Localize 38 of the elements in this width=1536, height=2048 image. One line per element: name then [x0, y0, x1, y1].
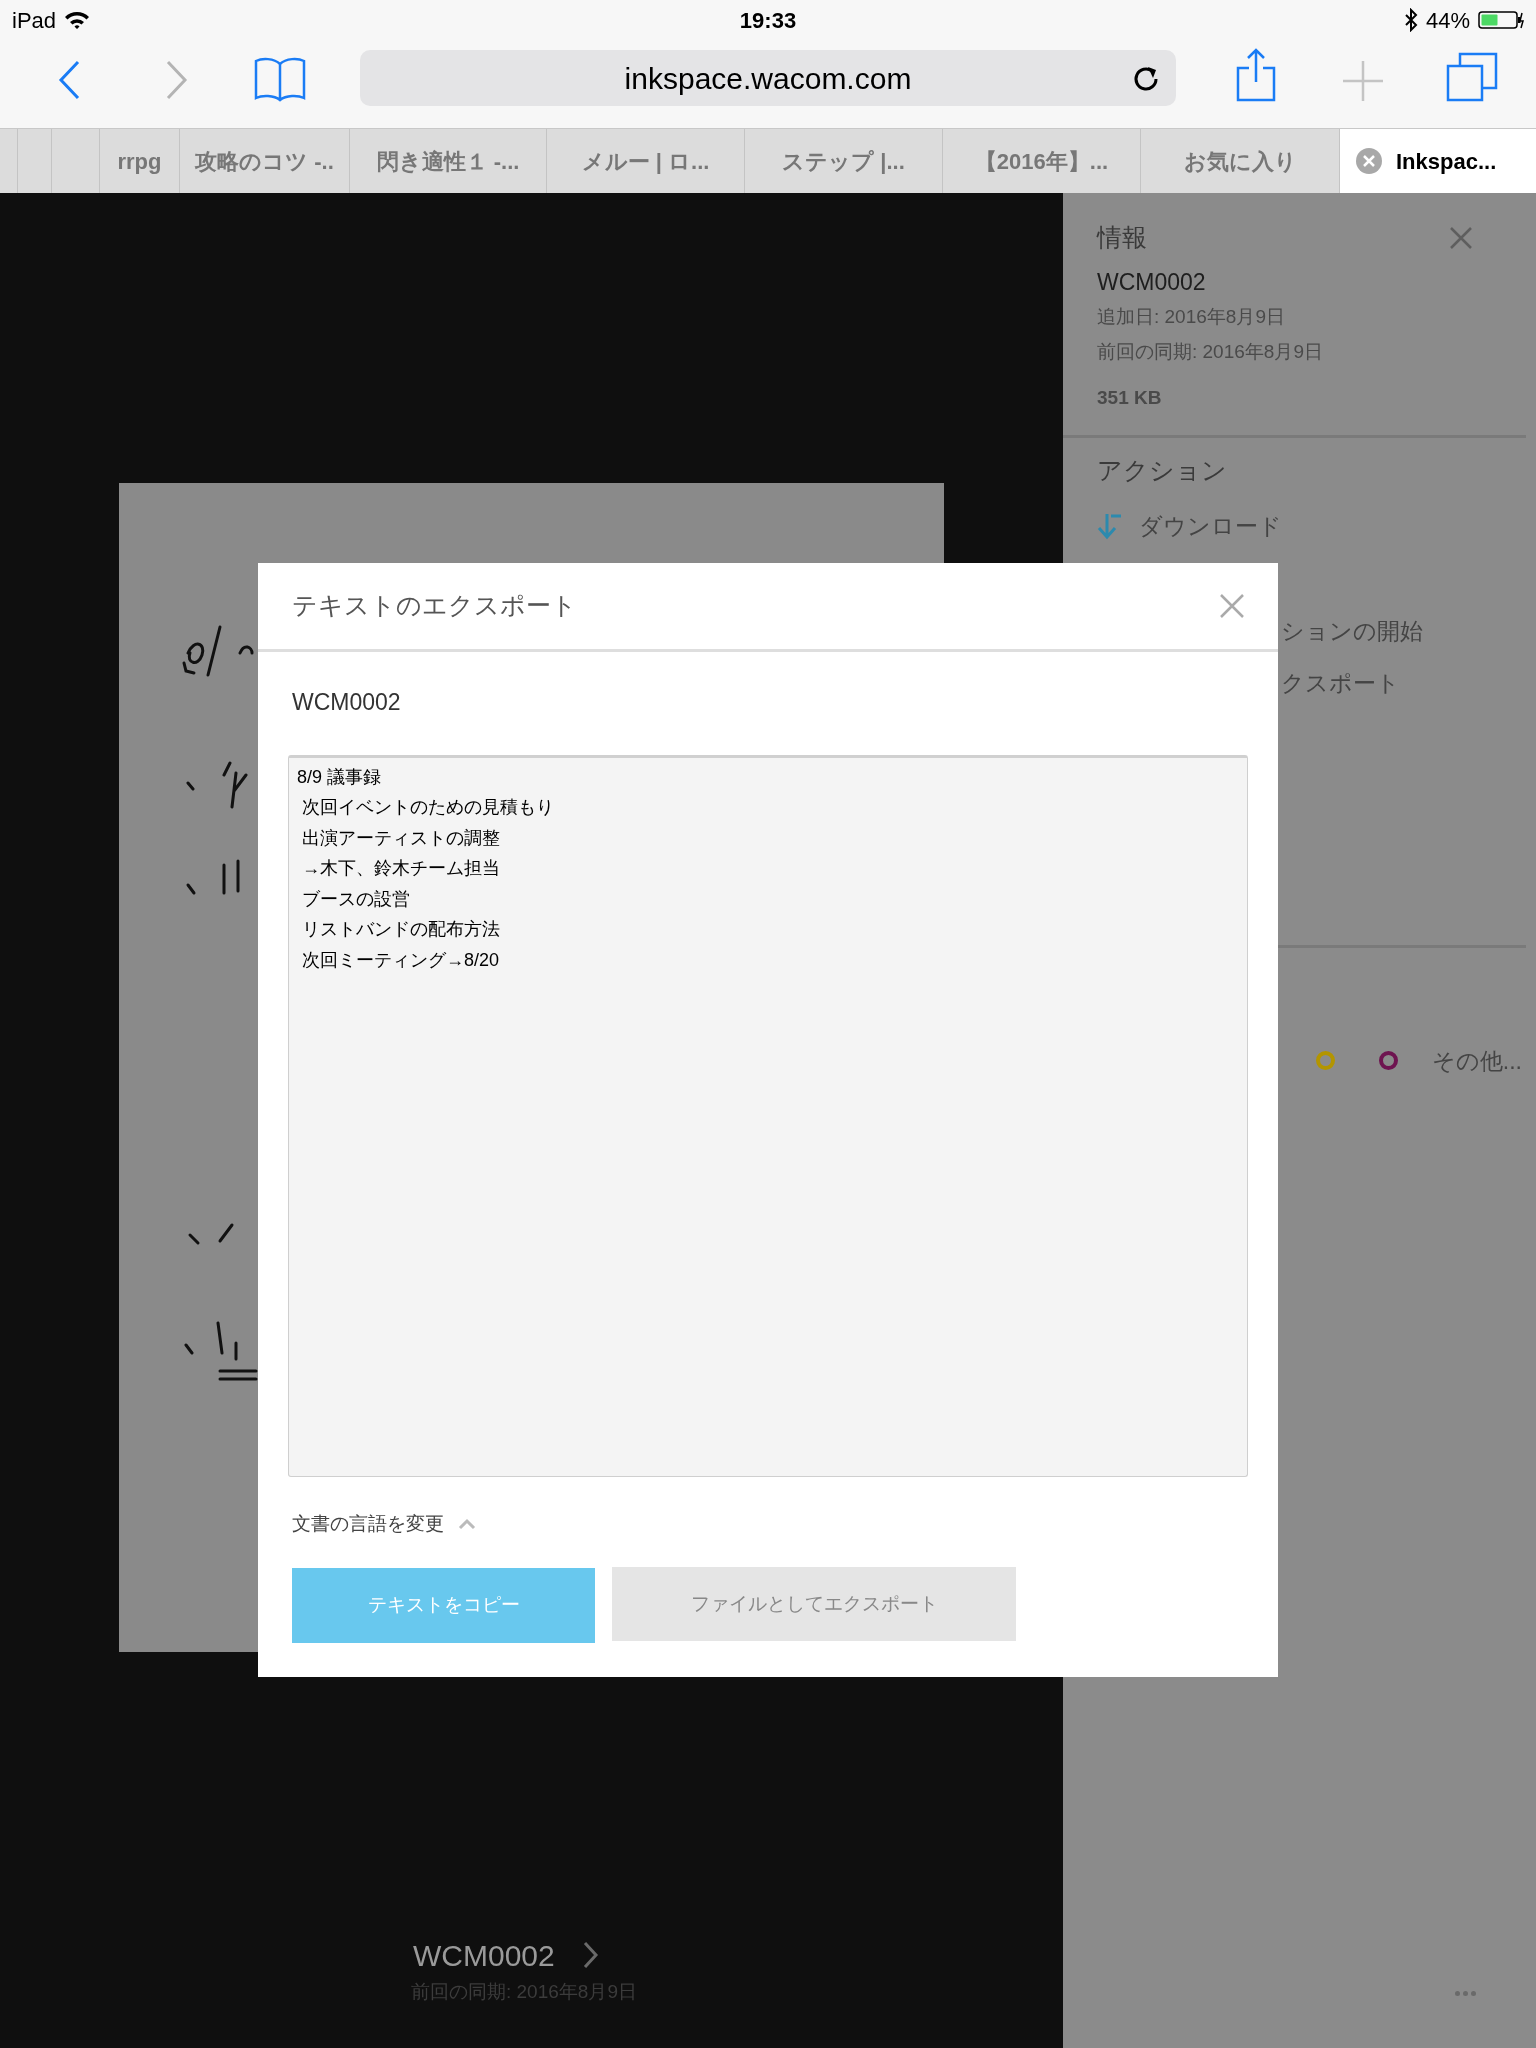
wifi-icon	[64, 10, 91, 30]
sync-date: 前回の同期: 2016年8月9日	[1097, 339, 1324, 364]
tabs-icon[interactable]	[1446, 52, 1498, 102]
carrier-label: iPad	[12, 6, 57, 35]
back-icon[interactable]	[58, 60, 82, 100]
action-link[interactable]: クスポート	[1281, 666, 1400, 701]
document-name: WCM0002	[291, 688, 402, 717]
panel-title: 情報	[1097, 222, 1147, 253]
document-name: WCM0002	[1097, 267, 1207, 297]
chevron-icon[interactable]	[458, 1517, 476, 1530]
language-toggle[interactable]: 文書の言語を変更	[292, 1509, 444, 1538]
action-link[interactable]: ションの開始	[1281, 613, 1423, 648]
forward-icon[interactable]	[164, 60, 188, 100]
share-icon[interactable]	[1236, 48, 1276, 102]
text-area[interactable]: 8/9 議事録 次回イベントのための見積もり 出演アーティストの調整 →木下、鈴木チーム担当 ブースの設営 リストバンドの配布方法 次回ミーティング→8/20	[288, 754, 1248, 1477]
close-icon[interactable]	[1450, 226, 1472, 249]
clock-label: 19:33	[739, 6, 797, 35]
download-icon	[1097, 512, 1123, 541]
add-tab-icon[interactable]	[1342, 60, 1384, 102]
export-button[interactable]: ファイルとしてエクスポート	[612, 1567, 1016, 1641]
bluetooth-icon	[1403, 8, 1418, 32]
action-link[interactable]: ダウンロード	[1139, 509, 1282, 544]
more-tags-link[interactable]: その他...	[1431, 1043, 1522, 1078]
dialog-title: テキストのエクスポート	[292, 590, 577, 622]
book-icon[interactable]	[254, 56, 306, 102]
section-title: アクション	[1097, 454, 1228, 486]
battery-icon	[1478, 10, 1524, 30]
copy-button[interactable]: テキストをコピー	[292, 1568, 595, 1643]
close-icon[interactable]	[1220, 594, 1244, 618]
browser-tab[interactable]: Inkspac...	[1340, 129, 1536, 193]
added-date: 追加日: 2016年8月9日	[1097, 305, 1286, 329]
address-bar[interactable]: inkspace.wacom.com	[360, 50, 1176, 106]
chevron-right-icon[interactable]	[582, 1941, 599, 1969]
close-tab-icon[interactable]	[1356, 148, 1382, 174]
document-title: WCM0002	[413, 1937, 555, 1974]
battery-percentage: 44%	[1425, 6, 1470, 35]
more-options-icon[interactable]	[1455, 1991, 1476, 1996]
file-size: 351 KB	[1097, 386, 1163, 410]
